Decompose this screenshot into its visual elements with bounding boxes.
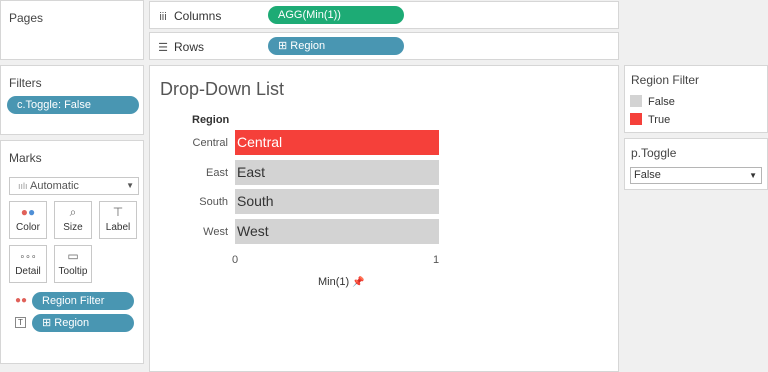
mark-type-value: Automatic: [30, 180, 79, 192]
columns-icon: iii: [159, 11, 167, 23]
marks-field-region-filter[interactable]: Region Filter: [32, 292, 134, 310]
legend-swatch: [630, 95, 642, 107]
rows-pill[interactable]: ⊞ Region: [268, 37, 404, 55]
view-canvas: Drop-Down List Region Central Central East…: [149, 65, 619, 372]
legend-item-false[interactable]: False: [630, 95, 675, 108]
columns-shelf-label: iii Columns: [156, 9, 221, 23]
marks-title: Marks: [9, 151, 42, 165]
bar-chart-icon: ıılı: [18, 181, 31, 191]
row-label: East: [205, 166, 228, 179]
rows-icon: ☰: [158, 42, 168, 54]
color-field-icon: ●●: [15, 295, 28, 306]
pages-title: Pages: [9, 11, 44, 25]
bar-label: South: [237, 193, 274, 209]
tooltip-button-label: Tooltip: [58, 266, 88, 277]
legend-swatch: [630, 113, 642, 125]
bar[interactable]: [235, 159, 439, 185]
parameter-title: p.Toggle: [631, 146, 677, 160]
size-button[interactable]: ⌕ Size: [54, 201, 92, 239]
color-dots-icon: ●●: [20, 205, 36, 219]
filters-card: Filters c.Toggle: False: [0, 65, 144, 135]
color-button[interactable]: ●● Color: [9, 201, 47, 239]
size-icon: ⌕: [69, 205, 77, 219]
label-button-label: Label: [105, 222, 131, 233]
size-button-label: Size: [63, 222, 83, 233]
columns-pill[interactable]: AGG(Min(1)): [268, 6, 404, 24]
detail-button-label: Detail: [15, 266, 41, 277]
rows-shelf[interactable]: ☰ Rows ⊞ Region: [149, 32, 619, 60]
view-title: Drop-Down List: [160, 79, 285, 99]
detail-button[interactable]: ∘∘∘ Detail: [9, 245, 47, 283]
marks-field-region[interactable]: ⊞ Region: [32, 314, 134, 332]
row-label: Central: [192, 137, 228, 149]
label-button[interactable]: ⊤ Label: [99, 201, 137, 239]
row-label: South: [199, 196, 228, 208]
filter-pill-toggle[interactable]: c.Toggle: False: [7, 96, 139, 114]
bar-label: Central: [237, 134, 283, 150]
detail-dots-icon: ∘∘∘: [19, 251, 37, 261]
chevron-down-icon: ▼: [126, 181, 134, 190]
pages-card: Pages: [0, 0, 144, 60]
chevron-down-icon: ▼: [749, 171, 757, 180]
x-tick-label: 1: [433, 254, 440, 266]
mark-type-dropdown[interactable]: ıılı Automatic ▼: [9, 177, 139, 195]
rows-shelf-label: ☰ Rows: [156, 40, 204, 54]
bar-label: East: [237, 163, 266, 180]
row-header: Region: [192, 114, 230, 126]
marks-card: Marks ıılı Automatic ▼ ●● Color ⌕ Size ⊤…: [0, 140, 144, 364]
parameter-control: p.Toggle False ▼: [624, 138, 768, 190]
text-label-icon: ⊤: [112, 205, 124, 219]
columns-shelf[interactable]: iii Columns AGG(Min(1)): [149, 1, 619, 29]
parameter-dropdown[interactable]: False ▼: [630, 167, 762, 184]
row-label: West: [203, 225, 228, 238]
color-button-label: Color: [16, 222, 40, 233]
tooltip-button[interactable]: ▭ Tooltip: [54, 245, 92, 283]
legend-title: Region Filter: [631, 73, 700, 87]
tooltip-icon: ▭: [67, 249, 79, 263]
pin-icon: 📌: [352, 277, 365, 288]
text-field-icon: T: [15, 317, 26, 328]
x-tick-label: 0: [232, 254, 239, 266]
legend-item-true[interactable]: True: [630, 113, 670, 126]
x-axis-title: Min(1) 📌: [318, 276, 365, 288]
color-legend: Region Filter False True: [624, 65, 768, 133]
bar-label: West: [237, 222, 269, 239]
filters-title: Filters: [9, 76, 42, 90]
parameter-value: False: [634, 169, 661, 181]
